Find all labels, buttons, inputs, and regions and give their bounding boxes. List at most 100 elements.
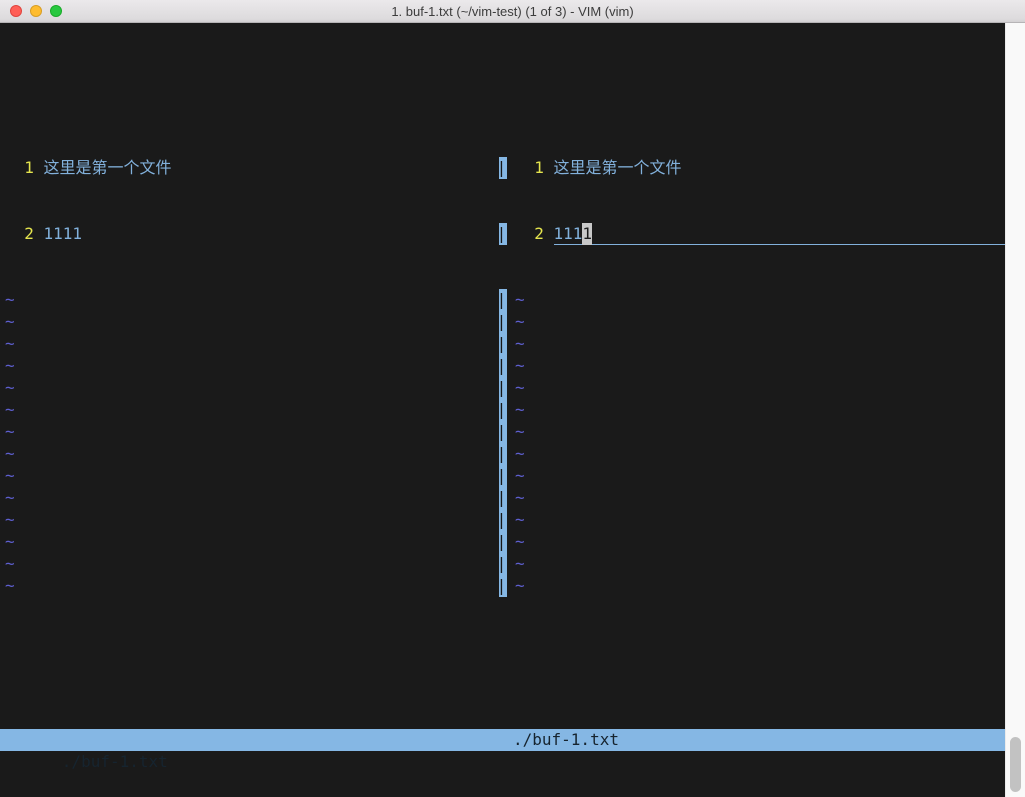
vertical-split-separator[interactable]: | [499, 311, 507, 333]
filler-row: ~ | ~ [0, 333, 1005, 355]
filler-row: ~ | ~ [0, 509, 1005, 531]
filler-row: ~ | ~ [0, 399, 1005, 421]
tilde-marker: ~ [5, 443, 15, 465]
tilde-marker: ~ [5, 509, 15, 531]
empty-line: ~ [507, 575, 1005, 597]
filler-row: ~|~ [0, 465, 1005, 487]
vertical-split-separator[interactable]: | [499, 355, 507, 377]
tilde-marker: ~ [515, 487, 525, 509]
separator-glyph: | [499, 157, 506, 179]
filler-row: ~ | ~ [0, 377, 1005, 399]
empty-line: ~ [0, 377, 499, 399]
statusline-right-filename: ./buf-1.txt [513, 729, 619, 751]
tilde-marker: ~ [5, 553, 15, 575]
vertical-split-separator[interactable]: | [499, 531, 507, 553]
cursor-line: 1111 [554, 223, 1005, 245]
tilde-marker: ~ [515, 333, 525, 355]
empty-line: ~ [0, 487, 499, 509]
empty-line: ~ [0, 531, 499, 553]
separator-glyph: | [499, 355, 506, 377]
empty-line: ~ [507, 465, 1005, 487]
separator-glyph: | [499, 531, 506, 553]
tilde-marker: ~ [5, 575, 15, 597]
separator-glyph: | [499, 289, 506, 311]
tilde-marker: ~ [5, 289, 15, 311]
empty-line: ~ [507, 487, 1005, 509]
tilde-marker: ~ [5, 531, 15, 553]
line-number: 2 [515, 223, 544, 245]
tilde-marker: ~ [5, 311, 15, 333]
vertical-split-separator[interactable]: | [499, 465, 507, 487]
tilde-marker: ~ [5, 333, 15, 355]
filler-row: ~ | ~ [0, 531, 1005, 553]
tilde-marker: ~ [5, 487, 15, 509]
filler-row: ~ | ~ [0, 355, 1005, 377]
empty-line: ~ [0, 509, 499, 531]
tilde-marker: ~ [5, 377, 15, 399]
vertical-split-separator[interactable]: | [499, 157, 507, 179]
terminal-screen: 1 这里是第一个文件 | 1 这里是第一个文件 2 1111 | 2 1111 [0, 23, 1005, 797]
tilde-marker: ~ [515, 377, 525, 399]
empty-line: ~ [507, 333, 1005, 355]
vertical-split-separator[interactable]: | [499, 223, 507, 245]
empty-line: ~ [507, 355, 1005, 377]
tilde-marker: ~ [515, 575, 525, 597]
statusline-split[interactable]: ./buf-1.txt ./buf-1.txt [0, 729, 1005, 751]
line-number: 1 [515, 157, 544, 179]
empty-line: ~ [507, 443, 1005, 465]
top-right-pane-line-2-active: 2 1111 [507, 223, 1005, 245]
vertical-split-separator[interactable]: | [499, 333, 507, 355]
tilde-marker: ~ [515, 355, 525, 377]
tilde-marker: ~ [515, 421, 525, 443]
separator-glyph: | [499, 443, 506, 465]
vertical-split-separator[interactable]: | [499, 289, 507, 311]
tilde-marker: ~ [515, 531, 525, 553]
window-titlebar[interactable]: 1. buf-1.txt (~/vim-test) (1 of 3) - VIM… [0, 0, 1025, 23]
vertical-split-separator[interactable]: | [499, 553, 507, 575]
empty-line: ~ [0, 355, 499, 377]
separator-glyph: | [499, 421, 506, 443]
line-text: 这里是第一个文件 [554, 157, 682, 179]
vertical-split-separator[interactable]: | [499, 443, 507, 465]
vertical-split-separator[interactable]: | [499, 421, 507, 443]
top-left-pane-line-1: 1 这里是第一个文件 [0, 157, 499, 179]
top-split-filler: ~|~~|~~|~~|~~|~~|~~|~~|~~|~~|~~|~~|~~|~~… [0, 289, 1005, 597]
filler-row: ~ | ~ [0, 311, 1005, 333]
tilde-marker: ~ [5, 399, 15, 421]
line-text: 这里是第一个文件 [44, 157, 172, 179]
scrollbar-track[interactable] [1005, 23, 1025, 797]
empty-line: ~ [0, 443, 499, 465]
empty-line: ~ [0, 553, 499, 575]
separator-glyph: | [499, 399, 506, 421]
tilde-marker: ~ [515, 443, 525, 465]
empty-line: ~ [507, 399, 1005, 421]
filler-row: ~ | ~ [0, 487, 1005, 509]
scrollbar-thumb[interactable] [1010, 737, 1021, 792]
tilde-marker: ~ [5, 355, 15, 377]
vertical-split-separator[interactable]: | [499, 509, 507, 531]
vertical-split-separator[interactable]: | [499, 399, 507, 421]
vertical-split-separator[interactable]: | [499, 575, 507, 597]
empty-line: ~ [507, 311, 1005, 333]
empty-line: ~ [507, 289, 1005, 311]
vertical-split-separator[interactable]: | [499, 377, 507, 399]
separator-glyph: | [499, 553, 506, 575]
tilde-marker: ~ [515, 311, 525, 333]
vertical-split-separator[interactable]: | [499, 487, 507, 509]
empty-line: ~ [507, 509, 1005, 531]
tilde-marker: ~ [515, 465, 525, 487]
tilde-marker: ~ [515, 289, 525, 311]
empty-line: ~ [507, 531, 1005, 553]
tilde-marker: ~ [515, 399, 525, 421]
tilde-marker: ~ [515, 509, 525, 531]
top-split-panes[interactable]: 1 这里是第一个文件 | 1 这里是第一个文件 2 1111 | 2 1111 [0, 113, 1005, 641]
empty-line: ~ [0, 399, 499, 421]
separator-glyph: | [499, 333, 506, 355]
separator-glyph: | [499, 223, 506, 245]
filler-row: ~ | ~ [0, 289, 1005, 311]
filler-row: ~ | ~ [0, 575, 1005, 597]
statusline-left-filename: ./buf-1.txt [62, 752, 168, 771]
top-left-pane-line-2: 2 1111 [0, 223, 499, 245]
empty-line: ~ [0, 421, 499, 443]
empty-line: ~ [0, 575, 499, 597]
